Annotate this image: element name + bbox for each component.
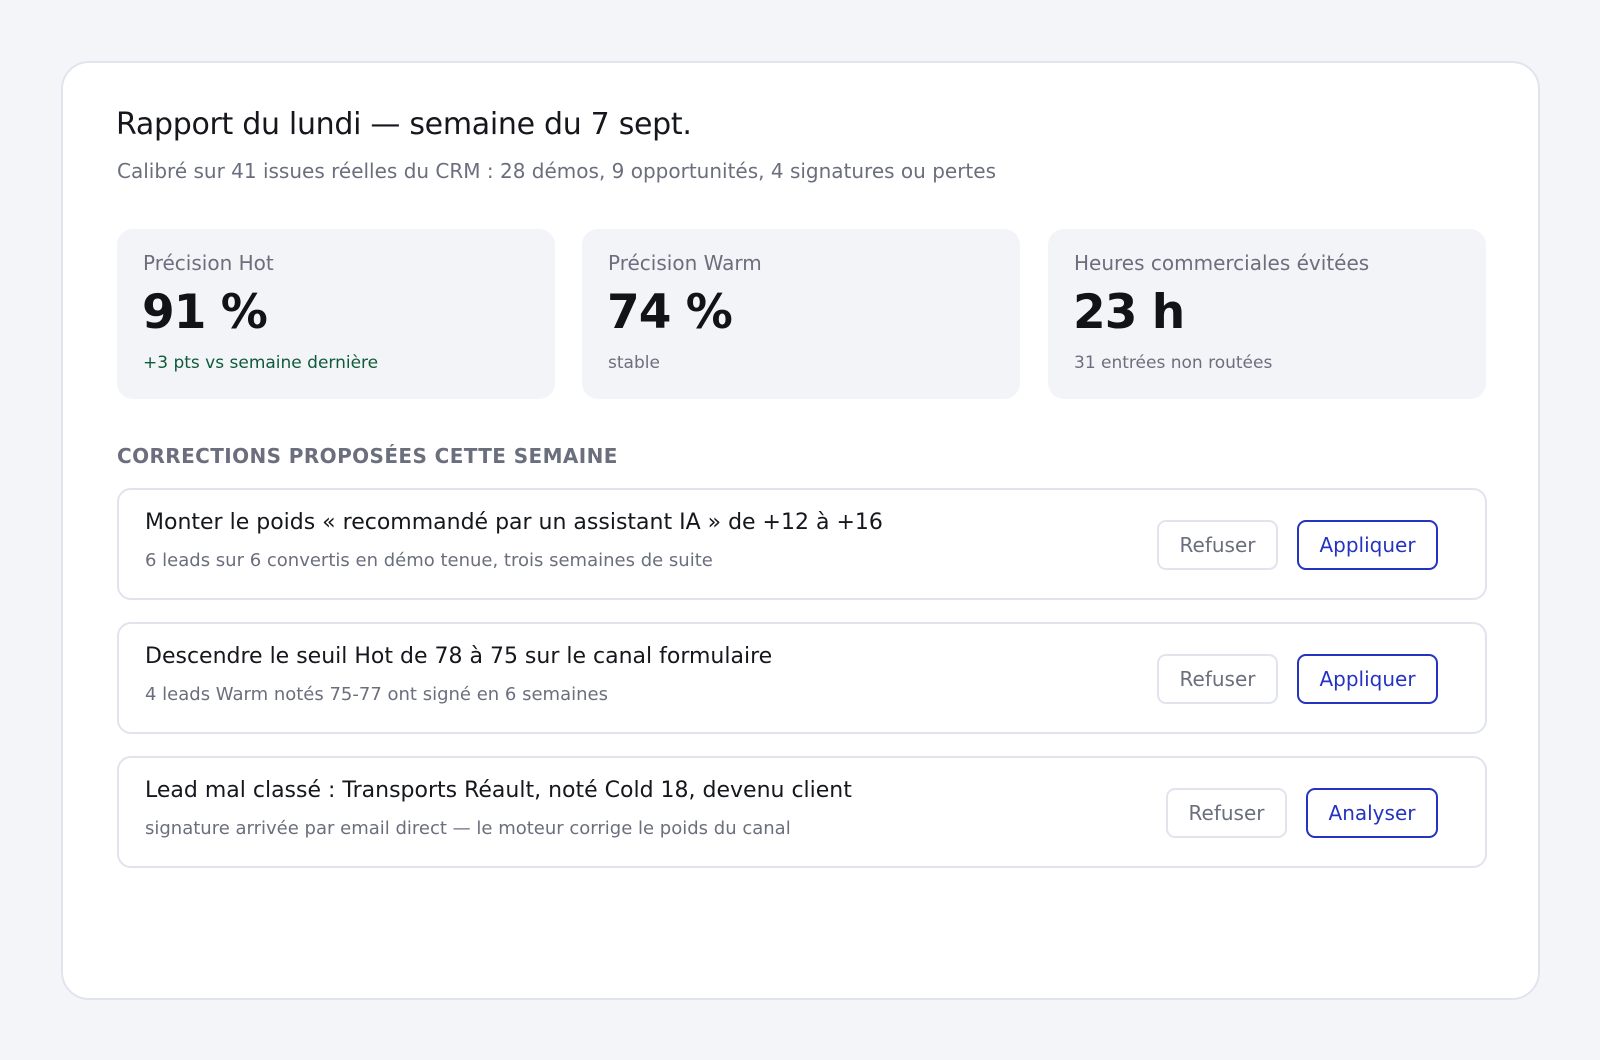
metric-card-hot-precision: Précision Hot 91 % +3 pts vs semaine der… xyxy=(117,229,555,399)
correction-description: signature arrivée par email direct — le … xyxy=(145,818,791,839)
weekly-report-card: Rapport du lundi — semaine du 7 sept. Ca… xyxy=(61,61,1540,1000)
correction-description: 4 leads Warm notés 75-77 ont signé en 6 … xyxy=(145,684,608,705)
metrics-row: Précision Hot 91 % +3 pts vs semaine der… xyxy=(117,229,1486,399)
refuse-button[interactable]: Refuser xyxy=(1157,520,1278,570)
metric-label: Heures commerciales évitées xyxy=(1074,251,1370,275)
metric-card-hours-saved: Heures commerciales évitées 23 h 31 entr… xyxy=(1048,229,1486,399)
apply-button[interactable]: Appliquer xyxy=(1297,654,1438,704)
metric-label: Précision Warm xyxy=(608,251,762,275)
analyze-button[interactable]: Analyser xyxy=(1306,788,1438,838)
metric-value: 91 % xyxy=(142,285,268,340)
correction-item: Lead mal classé : Transports Réault, not… xyxy=(117,756,1487,868)
refuse-button[interactable]: Refuser xyxy=(1166,788,1287,838)
correction-title: Lead mal classé : Transports Réault, not… xyxy=(145,778,852,803)
metric-trend-note: 31 entrées non routées xyxy=(1074,353,1273,373)
correction-title: Descendre le seuil Hot de 78 à 75 sur le… xyxy=(145,644,773,669)
correction-title: Monter le poids « recommandé par un assi… xyxy=(145,510,883,535)
metric-value: 23 h xyxy=(1073,285,1185,340)
correction-description: 6 leads sur 6 convertis en démo tenue, t… xyxy=(145,550,713,571)
correction-item: Descendre le seuil Hot de 78 à 75 sur le… xyxy=(117,622,1487,734)
refuse-button[interactable]: Refuser xyxy=(1157,654,1278,704)
metric-value: 74 % xyxy=(607,285,733,340)
metric-trend-note: stable xyxy=(608,353,660,373)
metric-trend-note: +3 pts vs semaine dernière xyxy=(143,353,379,373)
page-subtitle: Calibré sur 41 issues réelles du CRM : 2… xyxy=(117,159,996,183)
corrections-heading: CORRECTIONS PROPOSÉES CETTE SEMAINE xyxy=(117,444,618,468)
correction-item: Monter le poids « recommandé par un assi… xyxy=(117,488,1487,600)
page-title: Rapport du lundi — semaine du 7 sept. xyxy=(116,107,692,142)
metric-label: Précision Hot xyxy=(143,251,274,275)
metric-card-warm-precision: Précision Warm 74 % stable xyxy=(582,229,1020,399)
apply-button[interactable]: Appliquer xyxy=(1297,520,1438,570)
